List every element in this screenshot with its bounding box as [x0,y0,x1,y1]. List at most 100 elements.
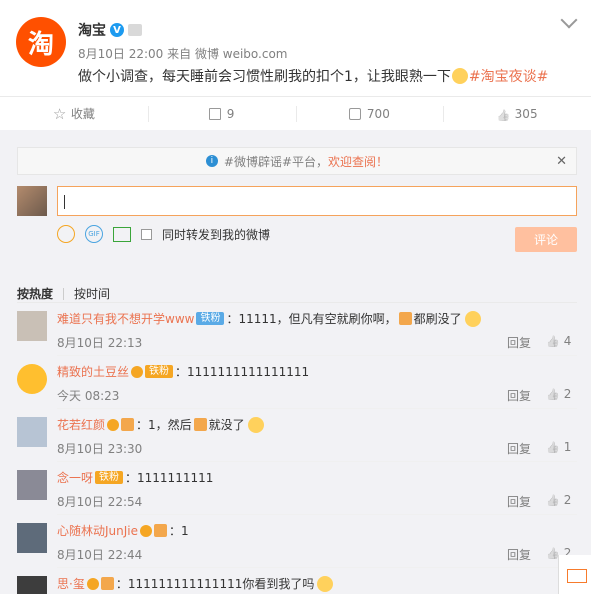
text-caret [64,195,65,209]
comment-like-button[interactable]: 👍 2 [546,387,571,401]
comment-like-button[interactable]: 👍 2 [546,493,571,507]
favorite-button[interactable]: 收藏 [0,97,148,130]
comment-item: 难道只有我不想开学www 铁粉 ：11111，但凡有空就刷你啊， 都刷没了 8月… [0,303,591,356]
comment-item: 精致的土豆丝 铁粉 ：1111111111111111 今天 08:23 回复 … [0,356,591,409]
comment-item: 思·玺 ：111111111111111你看到我了吗 [0,568,591,594]
commenter-avatar[interactable] [17,523,47,553]
forward-button[interactable]: 9 [147,97,296,130]
submit-comment-button[interactable]: 评论 [515,227,577,252]
commenter-name[interactable]: 难道只有我不想开学www [57,310,194,327]
thumbs-up-icon: 👍 [546,387,560,401]
emoji-icon [451,68,468,84]
like-button[interactable]: 305 [443,97,591,130]
comment-text-2: 就没了 [208,418,245,432]
crown-icon [128,24,142,36]
post-time[interactable]: 8月10日 22:00 [78,47,163,61]
fan-badge: 铁粉 [196,312,225,325]
commenter-avatar[interactable] [17,470,47,500]
reply-button[interactable]: 回复 [507,387,531,404]
post-text: 做个小调查，每天睡前会习惯性刷我的扣个1，让我眼熟一下 [78,69,451,85]
author-name[interactable]: 淘宝 [78,20,106,40]
comment-text: ：1111111111 [125,471,214,485]
commenter-avatar[interactable] [17,576,47,594]
post-source[interactable]: 来自 微博 weibo.com [167,47,287,61]
money-bag-icon [398,312,412,325]
sort-divider [63,287,65,300]
commenter-name[interactable]: 心随林动JunJie [57,522,138,539]
commenter-name[interactable]: 思·玺 [57,575,85,592]
comment-text: ：111111111111111你看到我了吗 [115,577,315,591]
thumbs-up-icon [497,108,509,120]
commenter-name[interactable]: 念一呀 [57,469,93,486]
money-bag-icon [193,418,207,431]
thumbs-up-icon: 👍 [546,334,560,348]
emoji-icon [247,416,264,433]
comment-time: 8月10日 23:30 [57,442,143,456]
user-avatar[interactable] [17,186,47,216]
comment-text-2: 都刷没了 [413,312,462,326]
tab-time[interactable]: 按时间 [74,285,110,302]
comment-time: 今天 08:23 [57,389,120,403]
star-icon [53,108,65,120]
comment-line: 花若红颜 ：1，然后 就没了 [57,416,265,433]
sync-label[interactable]: 同时转发到我的微博 [162,226,270,243]
comment-item: 心随林动JunJie ：1 8月10日 22:44 回复 👍 2 [0,515,591,568]
commenter-name[interactable]: 花若红颜 [57,416,105,433]
rumor-notice: i #微博辟谣#平台， 欢迎查阅！ ✕ [17,147,577,175]
comment-count: 700 [366,106,390,121]
emoji-picker-icon[interactable] [57,225,75,243]
fan-badge: 铁粉 [145,365,174,378]
verified-icon [140,524,153,537]
comment-line: 思·玺 ：111111111111111你看到我了吗 [57,575,334,592]
commenter-avatar[interactable] [17,417,47,447]
gif-icon[interactable]: GIF [85,225,103,243]
chevron-down-icon[interactable] [560,11,578,29]
level-icon [154,524,168,537]
commenter-avatar[interactable] [17,311,47,341]
action-bar: 收藏 9 700 305 [0,96,591,130]
favorite-label: 收藏 [70,107,95,121]
author-row: 淘宝 V [78,20,142,40]
comment-line: 念一呀 铁粉 ：1111111111 [57,469,213,486]
reply-button[interactable]: 回复 [507,493,531,510]
sync-checkbox[interactable] [141,228,152,240]
comment-time: 8月10日 22:44 [57,548,143,562]
like-count: 1 [563,440,572,454]
comment-time: 8月10日 22:54 [57,495,143,509]
notice-link[interactable]: 欢迎查阅！ [328,153,388,170]
comment-line: 难道只有我不想开学www 铁粉 ：11111，但凡有空就刷你啊， 都刷没了 [57,310,482,327]
comment-input[interactable] [57,186,577,216]
taobao-avatar[interactable]: 淘 [16,17,66,67]
post-content: 做个小调查，每天睡前会习惯性刷我的扣个1，让我眼熟一下 #淘宝夜谈# [78,66,548,86]
reply-button[interactable]: 回复 [507,546,531,563]
commenter-avatar[interactable] [17,364,47,394]
thumbs-up-icon: 👍 [546,493,560,507]
composer-tools: GIF 同时转发到我的微博 [57,225,270,243]
weibo-post: 淘 淘宝 V 8月10日 22:00 来自 微博 weibo.com 做个小调查… [0,0,591,96]
post-meta: 8月10日 22:00 来自 微博 weibo.com [78,45,288,62]
commenter-name[interactable]: 精致的土豆丝 [57,363,129,380]
reply-button[interactable]: 回复 [507,334,531,351]
comment-text: ：1 [169,524,189,538]
image-icon[interactable] [113,226,131,242]
close-icon[interactable]: ✕ [556,154,567,169]
verified-icon [86,577,99,590]
comment-text: ：1111111111111111 [175,365,310,379]
mail-icon[interactable] [558,555,591,594]
comment-line: 心随林动JunJie ：1 [57,522,189,539]
verified-icon: V [110,23,124,37]
like-count: 2 [563,387,572,401]
like-count: 4 [563,334,572,348]
info-icon: i [205,155,218,167]
tab-hot[interactable]: 按热度 [17,285,53,302]
like-count: 305 [514,106,538,121]
emoji-icon [317,575,334,592]
comment-like-button[interactable]: 👍 4 [546,334,571,348]
comment-like-button[interactable]: 👍 1 [546,440,571,454]
post-hashtag[interactable]: #淘宝夜谈# [469,69,548,85]
comment-button[interactable]: 700 [295,97,444,130]
comment-line: 精致的土豆丝 铁粉 ：1111111111111111 [57,363,309,380]
reply-button[interactable]: 回复 [507,440,531,457]
emoji-icon [464,310,481,327]
comment-time: 8月10日 22:13 [57,336,143,350]
